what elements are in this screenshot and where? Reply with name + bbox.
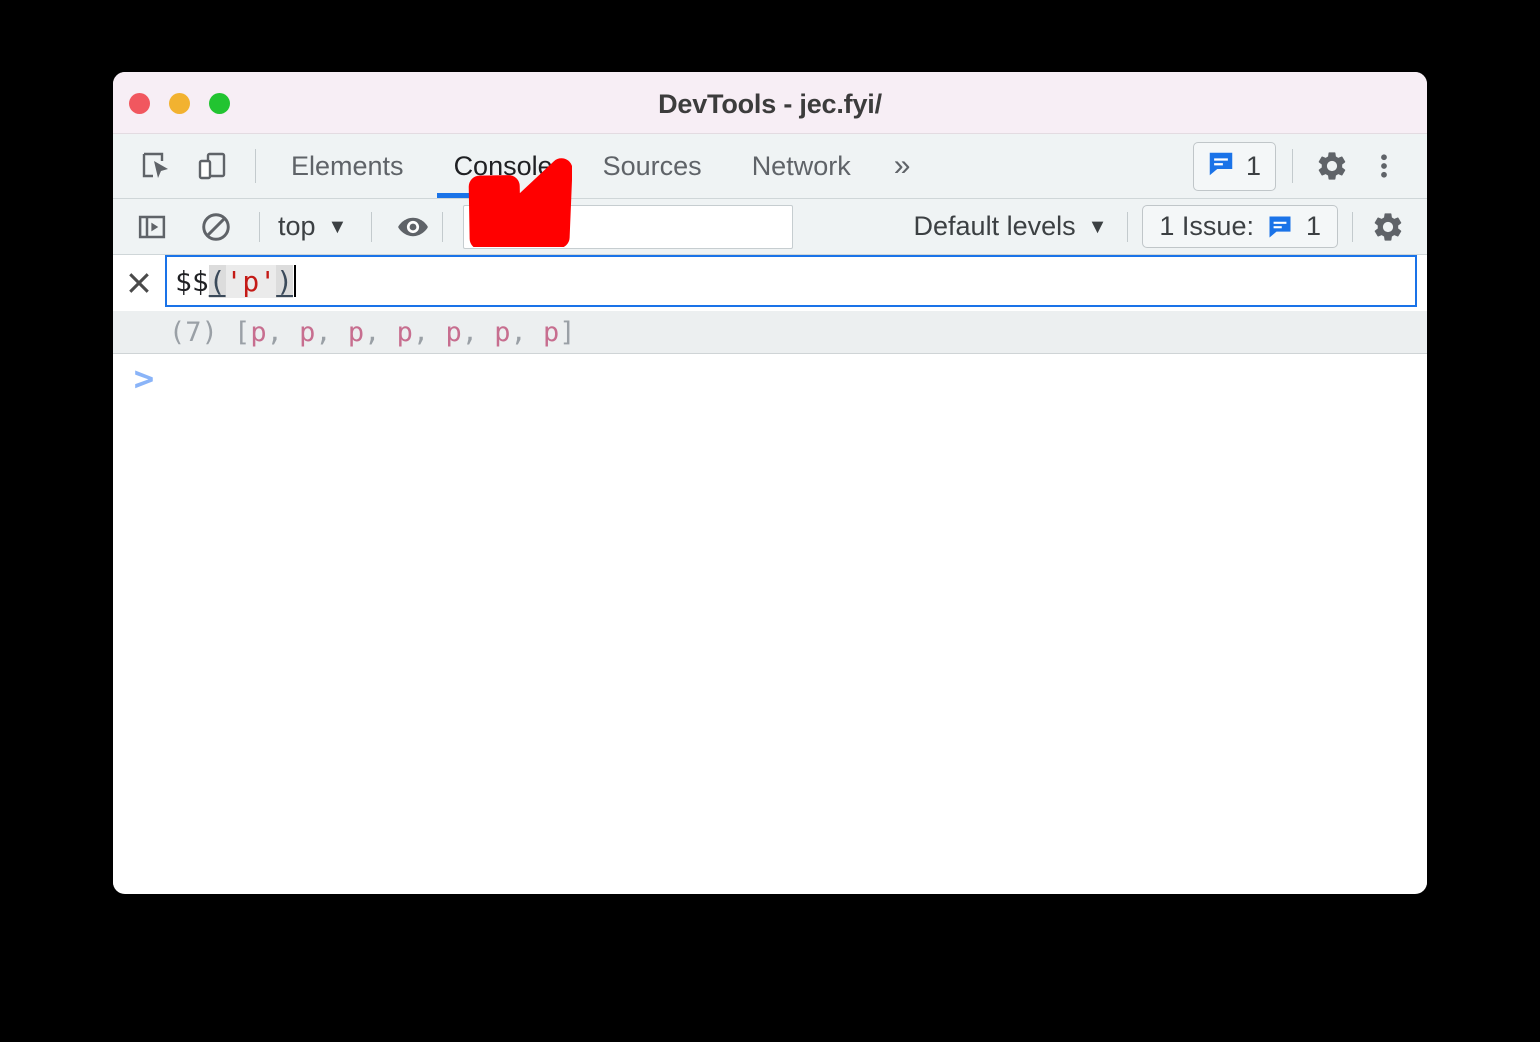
close-x-icon[interactable] [113, 255, 165, 311]
more-tabs-chevron-icon[interactable]: » [876, 134, 929, 198]
tab-network[interactable]: Network [727, 134, 876, 198]
console-code-input[interactable]: $$('p') [165, 255, 1417, 307]
three-dots-vertical-icon[interactable] [1361, 143, 1407, 189]
eval-preview-sep: , [315, 316, 348, 348]
console-prompt-row: $$('p') [113, 255, 1427, 311]
tab-console-label: Console [453, 150, 553, 181]
log-levels-selector[interactable]: Default levels ▼ [908, 211, 1114, 242]
eval-preview-sep: , [510, 316, 543, 348]
eval-preview-sep: , [461, 316, 495, 348]
console-toolbar-divider-4 [1127, 211, 1129, 242]
eval-preview-sep: , [364, 316, 397, 348]
tabbar-divider [255, 149, 256, 183]
eval-preview-space [218, 317, 234, 348]
window-title: DevTools - jec.fyi/ [658, 89, 882, 119]
console-toolbar-divider-3 [442, 211, 444, 242]
live-expression-eye-icon[interactable] [392, 206, 434, 248]
tab-sources[interactable]: Sources [578, 134, 727, 198]
eval-preview-item: p [543, 316, 560, 348]
gear-icon[interactable] [1367, 206, 1409, 248]
console-toolbar: top ▼ Filter Default levels ▼ 1 Issue: 1 [113, 199, 1427, 255]
devtools-tabbar: Elements Console Sources Network » 1 [113, 134, 1427, 199]
eval-preview-close-bracket: ] [559, 316, 576, 348]
tabbar-left-tools [113, 143, 266, 189]
issues-message-icon [1206, 149, 1236, 184]
log-levels-label: Default levels [913, 211, 1076, 241]
eval-preview-sep: , [266, 316, 300, 348]
code-token-identifier: $$ [175, 264, 209, 298]
tab-sources-label: Sources [602, 150, 702, 181]
issues-bar-button[interactable]: 1 Issue: 1 [1142, 205, 1338, 248]
console-eval-preview: (7) [p, p, p, p, p, p, p] [113, 311, 1427, 354]
console-sidebar-icon[interactable] [131, 206, 173, 248]
eval-preview-sep: , [412, 316, 446, 348]
eval-preview-item: p [250, 316, 267, 348]
device-toolbar-icon[interactable] [189, 143, 235, 189]
issues-count: 1 [1245, 150, 1261, 181]
tabbar-right-tools: 1 [1192, 141, 1427, 191]
console-toolbar-divider-1 [259, 211, 260, 242]
tab-elements[interactable]: Elements [266, 134, 429, 198]
console-toolbar-divider-5 [1352, 211, 1353, 242]
eval-preview-item: p [445, 316, 462, 348]
issues-bar-label: 1 Issue: [1159, 211, 1254, 241]
tab-elements-label: Elements [291, 150, 404, 181]
chevron-down-icon: ▼ [1087, 215, 1108, 238]
execution-context-label: top [278, 211, 316, 241]
filter-input[interactable]: Filter [463, 204, 794, 249]
eval-preview-open-bracket: [ [234, 316, 251, 348]
issues-bar-count: 1 [1305, 211, 1321, 241]
tab-console[interactable]: Console [429, 134, 578, 198]
eval-preview-item: p [299, 316, 316, 348]
execution-context-selector[interactable]: top ▼ [272, 211, 353, 242]
more-tabs-label: » [893, 149, 911, 182]
console-new-prompt-row[interactable]: > [113, 354, 1427, 404]
tab-network-label: Network [751, 150, 851, 181]
code-token-close-paren: ) [276, 264, 294, 298]
eval-preview-item: p [396, 316, 413, 348]
window-titlebar: DevTools - jec.fyi/ [113, 72, 1427, 134]
text-cursor [294, 265, 297, 297]
eval-preview-count: (7) [169, 316, 218, 348]
chevron-down-icon: ▼ [327, 215, 348, 238]
eval-preview-item: p [347, 316, 365, 348]
console-toolbar-divider-2 [371, 211, 373, 242]
tab-list: Elements Console Sources Network » [266, 134, 928, 198]
inspect-element-icon[interactable] [133, 143, 179, 189]
prompt-chevron-icon: > [133, 359, 155, 399]
code-token-open-paren: ( [208, 264, 226, 298]
issues-counter-button[interactable]: 1 [1192, 141, 1276, 191]
tabbar-right-divider [1292, 149, 1293, 183]
console-body: $$('p') (7) [p, p, p, p, p, p, p] > [113, 255, 1427, 893]
code-token-string: 'p' [225, 264, 277, 298]
issues-message-icon [1266, 213, 1294, 241]
clear-console-no-entry-icon[interactable] [195, 206, 237, 248]
console-toolbar-right: Default levels ▼ 1 Issue: 1 [908, 205, 1409, 248]
gear-icon[interactable] [1309, 143, 1355, 189]
eval-preview-item: p [494, 316, 511, 348]
devtools-window: DevTools - jec.fyi/ Elements Console Sou… [113, 72, 1427, 894]
filter-placeholder: Filter [478, 211, 539, 241]
